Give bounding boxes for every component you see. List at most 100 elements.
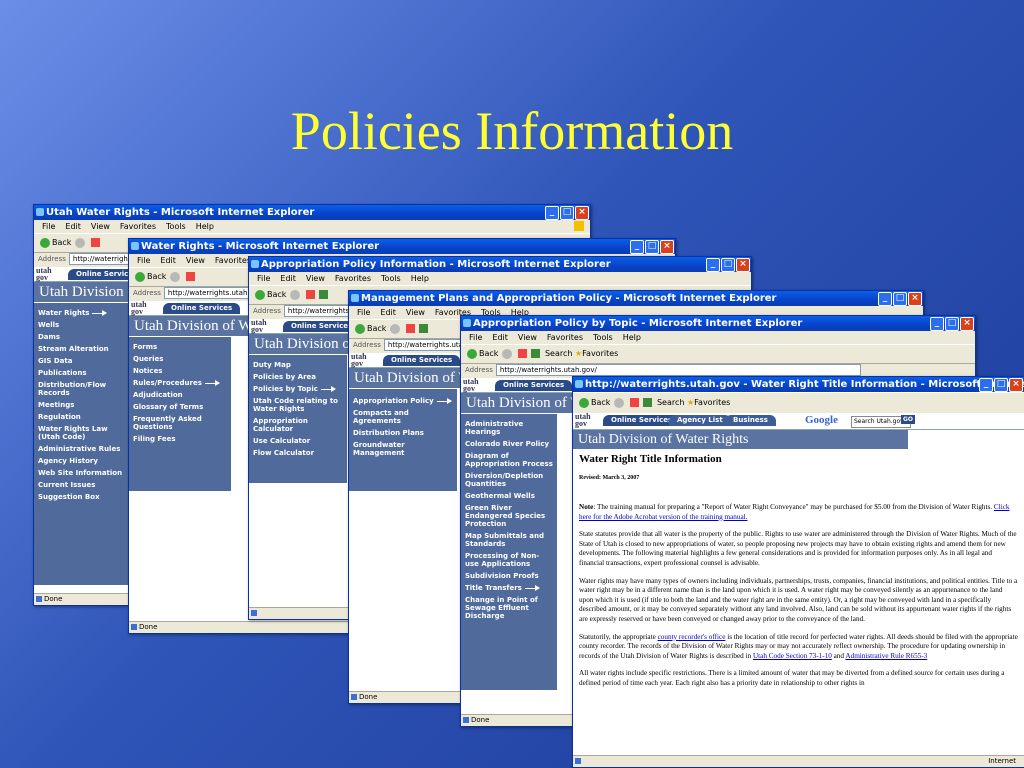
- online-services-tab[interactable]: Online Services: [495, 380, 573, 391]
- admin-rule-link[interactable]: Administrative Rule R655-3: [845, 652, 927, 660]
- sidebar-item[interactable]: Map Submittals and Standards: [461, 530, 557, 550]
- menu-help[interactable]: Help: [623, 333, 641, 342]
- search-button[interactable]: Search: [545, 349, 572, 358]
- sidebar-item[interactable]: Filing Fees: [129, 433, 231, 445]
- menu-favorites[interactable]: Favorites: [215, 256, 251, 265]
- refresh-icon[interactable]: [643, 398, 653, 407]
- close-button[interactable]: ×: [736, 258, 750, 272]
- stop-icon[interactable]: [518, 349, 528, 358]
- menu-favorites[interactable]: Favorites: [547, 333, 583, 342]
- sidebar-item[interactable]: Distribution/Flow Records: [34, 379, 130, 399]
- sidebar-item[interactable]: Agency History: [34, 455, 130, 467]
- sidebar-item[interactable]: Policies by Topic: [249, 383, 347, 395]
- sidebar-item[interactable]: Glossary of Terms: [129, 401, 231, 413]
- utah-code-link[interactable]: Utah Code Section 73-1-10: [753, 652, 832, 660]
- close-button[interactable]: ×: [575, 206, 589, 220]
- menu-edit[interactable]: Edit: [380, 308, 396, 317]
- sidebar-item[interactable]: Change in Point of Sewage Effluent Disch…: [461, 594, 557, 622]
- sidebar-item[interactable]: Dams: [34, 331, 130, 343]
- sidebar-item[interactable]: Water Rights Law (Utah Code): [34, 423, 130, 443]
- menu-file[interactable]: File: [469, 333, 482, 342]
- menu-favorites[interactable]: Favorites: [120, 222, 156, 231]
- sidebar-item[interactable]: GIS Data: [34, 355, 130, 367]
- sidebar-item[interactable]: Duty Map: [249, 359, 347, 371]
- online-services-tab[interactable]: Online Services: [163, 303, 241, 314]
- sidebar-item[interactable]: Queries: [129, 353, 231, 365]
- forward-icon[interactable]: [75, 237, 86, 248]
- menu-tools[interactable]: Tools: [166, 222, 186, 231]
- stop-icon[interactable]: [630, 398, 640, 407]
- sidebar-item[interactable]: Notices: [129, 365, 231, 377]
- sidebar-item[interactable]: Policies by Area: [249, 371, 347, 383]
- menu-edit[interactable]: Edit: [280, 274, 296, 283]
- sidebar-item[interactable]: Utah Code relating to Water Rights: [249, 395, 347, 415]
- stop-icon[interactable]: [306, 290, 316, 299]
- refresh-icon[interactable]: [531, 349, 541, 358]
- menu-file[interactable]: File: [257, 274, 270, 283]
- favorites-button[interactable]: Favorites: [582, 349, 618, 358]
- sidebar-item[interactable]: Frequently Asked Questions: [129, 413, 231, 433]
- maximize-button[interactable]: □: [994, 378, 1008, 392]
- county-recorder-link[interactable]: county recorder's office: [658, 633, 726, 641]
- ie-window-title-information[interactable]: http://waterrights.utah.gov - Water Righ…: [572, 376, 1024, 768]
- back-button[interactable]: Back: [479, 349, 498, 358]
- sidebar-item[interactable]: Colorado River Policy: [461, 438, 557, 450]
- close-button[interactable]: ×: [908, 292, 922, 306]
- title-bar[interactable]: Utah Water Rights - Microsoft Internet E…: [34, 205, 590, 220]
- sidebar-item[interactable]: Diagram of Appropriation Process: [461, 450, 557, 470]
- address-input[interactable]: http://waterrights.utah.gov/: [495, 364, 861, 376]
- forward-icon[interactable]: [390, 323, 401, 334]
- menu-favorites[interactable]: Favorites: [335, 274, 371, 283]
- sidebar-item[interactable]: Meetings: [34, 399, 130, 411]
- back-icon[interactable]: [135, 271, 145, 282]
- menu-help[interactable]: Help: [411, 274, 429, 283]
- back-button[interactable]: Back: [367, 324, 386, 333]
- menu-view[interactable]: View: [306, 274, 325, 283]
- agency-list-tab[interactable]: Agency List: [669, 415, 731, 426]
- maximize-button[interactable]: □: [721, 258, 735, 272]
- sidebar-item[interactable]: Distribution Plans: [349, 427, 457, 439]
- refresh-icon[interactable]: [319, 290, 329, 299]
- back-icon[interactable]: [40, 237, 50, 248]
- menu-view[interactable]: View: [91, 222, 110, 231]
- sidebar-item[interactable]: Stream Alteration: [34, 343, 130, 355]
- title-bar[interactable]: Appropriation Policy by Topic - Microsof…: [461, 316, 975, 331]
- sidebar-item[interactable]: Geothermal Wells: [461, 490, 557, 502]
- sidebar-item[interactable]: Appropriation Policy: [349, 395, 457, 407]
- back-icon[interactable]: [579, 397, 589, 408]
- go-button[interactable]: GO: [901, 415, 916, 424]
- refresh-icon[interactable]: [419, 324, 429, 333]
- forward-icon[interactable]: [614, 397, 625, 408]
- back-button[interactable]: Back: [52, 238, 71, 247]
- minimize-button[interactable]: _: [630, 240, 644, 254]
- minimize-button[interactable]: _: [706, 258, 720, 272]
- sidebar-item[interactable]: Forms: [129, 341, 231, 353]
- menu-view[interactable]: View: [186, 256, 205, 265]
- minimize-button[interactable]: _: [979, 378, 993, 392]
- title-bar[interactable]: Appropriation Policy Information - Micro…: [249, 257, 751, 272]
- back-button[interactable]: Back: [147, 272, 166, 281]
- sidebar-item[interactable]: Regulation: [34, 411, 130, 423]
- sidebar-item[interactable]: Use Calculator: [249, 435, 347, 447]
- sidebar-item[interactable]: Compacts and Agreements: [349, 407, 457, 427]
- sidebar-item[interactable]: Flow Calculator: [249, 447, 347, 459]
- title-bar[interactable]: Water Rights - Microsoft Internet Explor…: [129, 239, 675, 254]
- minimize-button[interactable]: _: [878, 292, 892, 306]
- back-button[interactable]: Back: [591, 398, 610, 407]
- sidebar-item[interactable]: Adjudication: [129, 389, 231, 401]
- forward-icon[interactable]: [170, 271, 181, 282]
- sidebar-item[interactable]: Groundwater Management: [349, 439, 457, 459]
- menu-file[interactable]: File: [42, 222, 55, 231]
- menu-edit[interactable]: Edit: [160, 256, 176, 265]
- sidebar-item[interactable]: Appropriation Calculator: [249, 415, 347, 435]
- sidebar-item[interactable]: Publications: [34, 367, 130, 379]
- close-button[interactable]: ×: [660, 240, 674, 254]
- sidebar-item[interactable]: Subdivision Proofs: [461, 570, 557, 582]
- sidebar-item[interactable]: Water Rights: [34, 307, 130, 319]
- title-bar[interactable]: Management Plans and Appropriation Polic…: [349, 291, 923, 306]
- sidebar-item[interactable]: Web Site Information: [34, 467, 130, 479]
- menu-edit[interactable]: Edit: [492, 333, 508, 342]
- sidebar-item[interactable]: Title Transfers: [461, 582, 557, 594]
- maximize-button[interactable]: □: [945, 317, 959, 331]
- sidebar-item[interactable]: Administrative Hearings: [461, 418, 557, 438]
